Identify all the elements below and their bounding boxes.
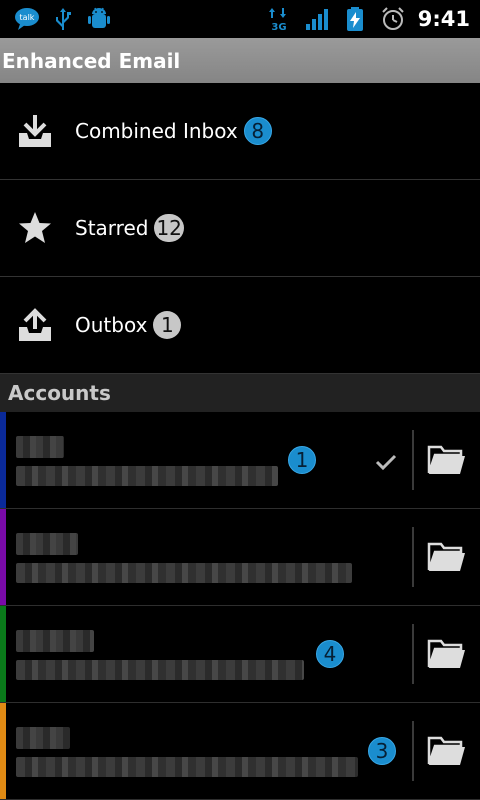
- svg-text:talk: talk: [20, 13, 35, 22]
- inbox-download-icon: [19, 115, 51, 147]
- folder-icon: [427, 736, 465, 765]
- app-title: Enhanced Email: [2, 48, 181, 73]
- account-row[interactable]: 3: [0, 703, 480, 800]
- 3g-network-icon: 3G: [268, 8, 286, 32]
- account-email-blurred: [16, 660, 304, 680]
- folder-icon: [427, 639, 465, 668]
- account-folders-button[interactable]: [414, 703, 480, 799]
- unread-count-badge: 1: [288, 446, 316, 474]
- account-row[interactable]: 4: [0, 606, 480, 703]
- account-name-blurred: [16, 436, 64, 458]
- account-color-stripe: [0, 412, 6, 508]
- alarm-clock-icon: [382, 7, 404, 30]
- star-icon: [19, 212, 51, 243]
- account-name-blurred: [16, 630, 94, 652]
- mailbox-label: Combined Inbox: [75, 119, 238, 143]
- android-debug-icon: [88, 7, 110, 28]
- account-name-blurred: [16, 727, 70, 749]
- mailbox-combined-inbox[interactable]: Combined Inbox 8: [0, 83, 480, 180]
- account-row[interactable]: [0, 509, 480, 606]
- account-name-blurred: [16, 533, 78, 555]
- account-email-blurred: [16, 466, 278, 486]
- talk-icon: talk: [15, 8, 39, 30]
- account-row[interactable]: 1: [0, 412, 480, 509]
- battery-charging-icon: [346, 7, 363, 31]
- status-bar: talk 3G 9:41: [0, 0, 480, 38]
- account-folders-button[interactable]: [414, 509, 480, 605]
- account-email-blurred: [16, 757, 358, 777]
- outbox-upload-icon: [19, 308, 51, 341]
- mailbox-label: Starred: [75, 216, 149, 240]
- signal-strength-icon: [305, 9, 328, 30]
- unread-count-badge: 3: [368, 737, 396, 765]
- account-folders-button[interactable]: [414, 412, 480, 508]
- folder-icon: [427, 445, 465, 474]
- folder-icon: [427, 542, 465, 571]
- account-folders-button[interactable]: [414, 606, 480, 702]
- account-color-stripe: [0, 703, 6, 799]
- svg-text:3G: 3G: [271, 22, 286, 32]
- unread-count-badge: 8: [243, 117, 272, 145]
- accounts-section-header: Accounts: [0, 374, 480, 412]
- count-badge: 1: [153, 311, 182, 339]
- account-email-blurred: [16, 563, 352, 583]
- account-color-stripe: [0, 509, 6, 605]
- count-badge: 12: [154, 214, 184, 242]
- usb-icon: [56, 8, 71, 30]
- mailbox-starred[interactable]: Starred 12: [0, 180, 480, 277]
- mailbox-label: Outbox: [75, 313, 148, 337]
- clock-time: 9:41: [417, 7, 470, 31]
- section-title: Accounts: [8, 381, 111, 405]
- mailbox-outbox[interactable]: Outbox 1: [0, 277, 480, 374]
- unread-count-badge: 4: [316, 640, 344, 668]
- account-color-stripe: [0, 606, 6, 702]
- title-bar: Enhanced Email: [0, 38, 480, 83]
- checkmark-icon: [375, 454, 397, 471]
